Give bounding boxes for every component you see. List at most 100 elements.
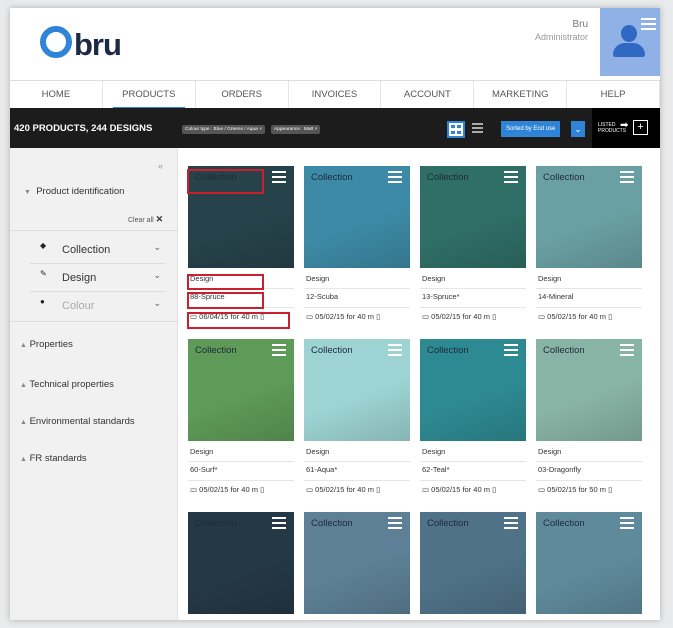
triangle-up-icon: ▲ — [20, 342, 27, 349]
menu-icon[interactable] — [641, 18, 656, 33]
trash-icon[interactable]: ▯ — [608, 312, 612, 321]
product-card[interactable]: Collection Design 60-Surf* ▭ 05/02/15 for 4… — [188, 339, 294, 511]
triangle-up-icon: ▲ — [20, 419, 27, 426]
fabric-swatch[interactable]: Collection — [304, 339, 410, 441]
filter-chip-appearance[interactable]: Appearance : Matt × — [271, 125, 321, 134]
nav-products[interactable]: PRODUCTS — [103, 81, 196, 110]
menu-icon[interactable] — [388, 171, 402, 186]
collection-filter[interactable]: ◆ Collection ⌄ — [30, 237, 165, 261]
fr-standards-section[interactable]: ▲ FR standards — [20, 453, 87, 464]
colour-filter[interactable]: ● Colour ⌄ — [30, 293, 165, 317]
product-card[interactable]: Collection — [188, 512, 294, 614]
divider — [304, 288, 410, 289]
collection-label: Collection — [427, 345, 469, 356]
chevron-down-icon[interactable]: ⌄ — [571, 121, 585, 137]
menu-icon[interactable] — [272, 344, 286, 359]
main-nav: HOME PRODUCTS ORDERS INVOICES ACCOUNT MARKETI… — [10, 80, 660, 110]
trash-icon[interactable]: ▯ — [608, 485, 612, 494]
date-line[interactable]: ▭ 05/02/15 for 40 m ▯ — [538, 312, 612, 321]
menu-icon[interactable] — [620, 344, 634, 359]
date-line[interactable]: ▭ 05/02/15 for 40 m ▯ — [306, 312, 380, 321]
technical-properties-section[interactable]: ▲ Technical properties — [20, 379, 114, 390]
date-text: 05/02/15 for 40 m — [547, 312, 606, 321]
divider — [10, 230, 177, 231]
trash-icon[interactable]: ▯ — [492, 312, 496, 321]
design-name: 60-Surf* — [190, 465, 218, 474]
nav-help[interactable]: HELP — [567, 81, 660, 109]
product-card[interactable]: Collection Design 13-Spruce* ▭ 05/02/15 for… — [420, 166, 526, 338]
divider — [420, 307, 526, 308]
droplet-icon: ● — [40, 297, 45, 306]
sort-select[interactable]: Sorted by End use — [501, 121, 561, 137]
product-card[interactable]: Collection — [304, 512, 410, 614]
fabric-swatch[interactable]: Collection — [536, 339, 642, 441]
fabric-swatch[interactable]: Collection — [420, 339, 526, 441]
product-card[interactable]: Collection Design 62-Teal* ▭ 05/02/15 for 4… — [420, 339, 526, 511]
properties-section[interactable]: ▲ Properties — [20, 339, 73, 350]
fabric-swatch[interactable]: Collection — [536, 512, 642, 614]
fabric-swatch[interactable]: Collection — [304, 512, 410, 614]
highlight-design-label — [187, 274, 264, 290]
fabric-swatch[interactable]: Collection — [188, 339, 294, 441]
date-line[interactable]: ▭ 05/02/15 for 50 m ▯ — [538, 485, 612, 494]
trash-icon[interactable]: ▯ — [376, 312, 380, 321]
environmental-standards-section[interactable]: ▲ Environmental standards — [20, 416, 135, 427]
collapse-icon[interactable]: « — [158, 161, 163, 171]
bru-logo[interactable]: bru — [40, 26, 122, 63]
product-card[interactable]: Collection Design 14-Mineral ▭ 05/02/15 for… — [536, 166, 642, 338]
trash-icon[interactable]: ▯ — [376, 485, 380, 494]
menu-icon[interactable] — [388, 517, 402, 532]
filter-chip-colour-type[interactable]: Colour type : Blue / Greens / Aqua × — [182, 125, 265, 134]
product-meta: Design 03-Dragonfly ▭ 05/02/15 for 50 m ▯ — [536, 441, 642, 511]
list-view-icon[interactable] — [472, 123, 483, 135]
nav-home[interactable]: HOME — [10, 81, 103, 109]
avatar[interactable] — [600, 8, 660, 76]
menu-icon[interactable] — [272, 171, 286, 186]
nav-marketing[interactable]: MARKETING — [474, 81, 568, 109]
listed-products-button[interactable]: LISTED PRODUCTS ➡ + — [592, 108, 660, 148]
menu-icon[interactable] — [620, 171, 634, 186]
date-line[interactable]: ▭ 05/02/15 for 40 m ▯ — [190, 485, 264, 494]
trash-icon[interactable]: ▯ — [492, 485, 496, 494]
menu-icon[interactable] — [504, 344, 518, 359]
fabric-swatch[interactable]: Collection — [536, 166, 642, 268]
calendar-icon: ▭ — [422, 312, 432, 321]
date-line[interactable]: ▭ 05/02/15 for 40 m ▯ — [422, 312, 496, 321]
product-identification-header[interactable]: ▼ Product identification — [24, 186, 124, 197]
user-name: Bru — [572, 19, 588, 30]
design-label: Design — [190, 447, 214, 456]
fabric-swatch[interactable]: Collection — [188, 512, 294, 614]
divider — [304, 307, 410, 308]
design-filter[interactable]: ✎ Design ⌄ — [30, 265, 165, 289]
clear-all-button[interactable]: Clear all ✕ — [128, 214, 163, 225]
fabric-swatch[interactable]: Collection — [304, 166, 410, 268]
product-card[interactable]: Collection Design 03-Dragonfly ▭ 05/02/15 f… — [536, 339, 642, 511]
product-card[interactable]: Collection — [536, 512, 642, 614]
collection-label: Collection — [543, 172, 585, 183]
fabric-swatch[interactable]: Collection — [420, 166, 526, 268]
menu-icon[interactable] — [388, 344, 402, 359]
design-label: Design — [306, 274, 330, 283]
menu-icon[interactable] — [272, 517, 286, 532]
fabric-swatch[interactable]: Collection — [420, 512, 526, 614]
product-identification-label: Product identification — [36, 186, 125, 197]
properties-label: Properties — [29, 339, 73, 350]
nav-invoices[interactable]: INVOICES — [289, 81, 382, 109]
collection-label: Collection — [311, 172, 353, 183]
divider — [536, 288, 642, 289]
design-label: Design — [422, 447, 446, 456]
product-card[interactable]: Collection Design 12-Scuba ▭ 05/02/15 for 4… — [304, 166, 410, 338]
product-card[interactable]: Collection Design 61-Aqua* ▭ 05/02/15 for 4… — [304, 339, 410, 511]
date-line[interactable]: ▭ 05/02/15 for 40 m ▯ — [306, 485, 380, 494]
nav-account[interactable]: ACCOUNT — [381, 81, 475, 109]
menu-icon[interactable] — [504, 171, 518, 186]
trash-icon[interactable]: ▯ — [260, 485, 264, 494]
menu-icon[interactable] — [620, 517, 634, 532]
grid-view-icon[interactable] — [447, 121, 465, 138]
chevron-down-icon: ⌄ — [153, 298, 161, 308]
product-card[interactable]: Collection — [420, 512, 526, 614]
nav-orders[interactable]: ORDERS — [196, 81, 289, 109]
technical-properties-label: Technical properties — [29, 379, 114, 390]
date-line[interactable]: ▭ 05/02/15 for 40 m ▯ — [422, 485, 496, 494]
menu-icon[interactable] — [504, 517, 518, 532]
